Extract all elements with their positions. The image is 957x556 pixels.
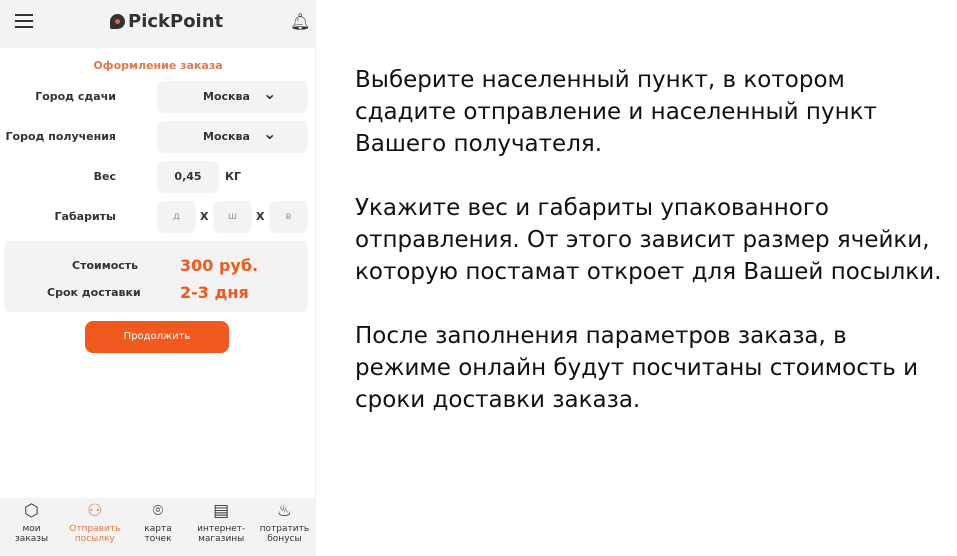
logo-icon bbox=[110, 14, 125, 29]
instruction-paragraph: Выберите населенный пункт, в котором сда… bbox=[355, 67, 877, 157]
instruction-paragraph: Укажите вес и габариты упакованного отпр… bbox=[355, 195, 942, 285]
nav-my-orders[interactable]: ⬡ мои заказы bbox=[0, 498, 63, 556]
to-city-row: Город получения Москва ⌄ bbox=[0, 121, 316, 153]
nav-points-map[interactable]: ⌾ карта точек bbox=[126, 498, 189, 556]
weight-row: Вес 0,45 КГ bbox=[0, 161, 316, 193]
to-city-value: Москва bbox=[203, 130, 250, 143]
page-title: Оформление заказа bbox=[93, 59, 223, 72]
weight-label: Вес bbox=[93, 170, 116, 183]
chevron-down-icon: ⌄ bbox=[263, 124, 277, 143]
from-city-label: Город сдачи bbox=[35, 90, 116, 103]
length-input[interactable]: д bbox=[157, 201, 196, 233]
nav-bonuses[interactable]: ♨ потратить бонусы bbox=[253, 498, 316, 556]
nav-send-parcel[interactable]: ⚇ Отправить посылку bbox=[63, 498, 126, 556]
continue-button[interactable]: Продолжить bbox=[85, 321, 229, 353]
separator: Х bbox=[200, 210, 209, 223]
logo-text: PickPoint bbox=[128, 11, 224, 32]
weight-input[interactable]: 0,45 bbox=[157, 161, 219, 193]
instructions: Выберите населенный пункт, в котором сда… bbox=[355, 64, 945, 448]
store-icon: ▤ bbox=[213, 501, 230, 521]
from-city-select[interactable]: Москва ⌄ bbox=[157, 81, 308, 113]
width-input[interactable]: ш bbox=[213, 201, 252, 233]
separator: Х bbox=[256, 210, 265, 223]
logo: PickPoint bbox=[110, 11, 223, 32]
to-city-label: Город получения bbox=[5, 130, 116, 143]
phone-screen: PickPoint 🔔︎ Оформление заказа Город сда… bbox=[0, 0, 316, 556]
to-city-select[interactable]: Москва ⌄ bbox=[157, 121, 308, 153]
map-pin-icon: ⌾ bbox=[152, 501, 164, 521]
nav-shops[interactable]: ▤ интернет-магазины bbox=[190, 498, 253, 556]
bell-icon[interactable]: 🔔︎ bbox=[290, 12, 310, 31]
box-icon: ⬡ bbox=[24, 501, 40, 521]
height-input[interactable]: в bbox=[269, 201, 308, 233]
term-label: Срок доставки bbox=[47, 286, 141, 299]
app-header: PickPoint 🔔︎ bbox=[0, 0, 315, 48]
bottom-nav: ⬡ мои заказы ⚇ Отправить посылку ⌾ карта точек… bbox=[0, 498, 316, 556]
dims-row: Габариты д Х ш Х в bbox=[0, 201, 316, 233]
weight-unit: КГ bbox=[225, 170, 242, 183]
flame-icon: ♨ bbox=[276, 501, 293, 521]
from-city-row: Город сдачи Москва ⌄ bbox=[0, 81, 316, 113]
from-city-value: Москва bbox=[203, 90, 250, 103]
instruction-paragraph: После заполнения параметров заказа, в ре… bbox=[355, 323, 919, 413]
cost-value: 300 руб. bbox=[180, 256, 259, 275]
dims-label: Габариты bbox=[54, 210, 116, 223]
chevron-down-icon: ⌄ bbox=[263, 84, 277, 103]
cost-label: Стоимость bbox=[72, 259, 139, 272]
term-value: 2-3 дня bbox=[180, 283, 249, 302]
summary-panel: Стоимость 300 руб. Срок доставки 2-3 дня bbox=[4, 241, 308, 312]
user-icon: ⚇ bbox=[87, 501, 103, 521]
menu-icon[interactable] bbox=[15, 14, 33, 28]
